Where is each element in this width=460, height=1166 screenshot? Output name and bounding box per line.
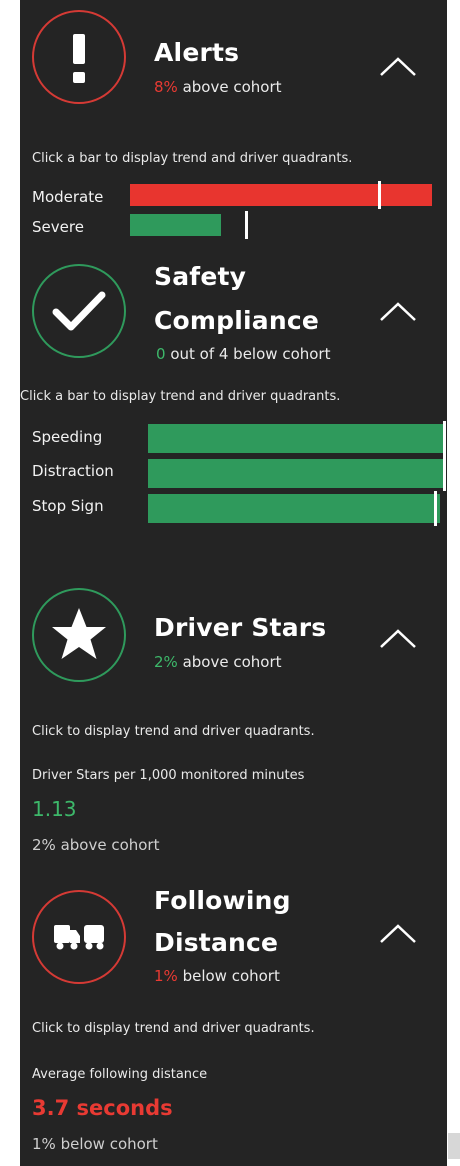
safety-bar-speeding[interactable]: [148, 424, 443, 453]
following-status-text: below cohort: [177, 967, 280, 985]
safety-status-text: out of 4 below cohort: [165, 345, 331, 363]
scorecard-panel: Alerts 8% above cohort Click a bar to di…: [20, 0, 447, 1166]
following-title-line2: Distance: [154, 928, 279, 957]
following-metric-label: Average following distance: [32, 1067, 208, 1082]
following-metric-sub: 1% below cohort: [32, 1135, 158, 1153]
safety-cohort-marker-stop-sign: [434, 491, 437, 526]
safety-bar-track: [148, 421, 446, 526]
stars-metric-label: Driver Stars per 1,000 monitored minutes: [32, 768, 305, 783]
alerts-title: Alerts: [154, 38, 240, 67]
alerts-bar-severe[interactable]: [130, 214, 221, 236]
safety-count: 0: [156, 345, 166, 363]
trucks-icon: [54, 925, 104, 950]
alerts-icon-ring: [32, 10, 126, 104]
safety-icon-ring: [32, 264, 126, 358]
alerts-pct: 8%: [154, 78, 178, 96]
safety-bar-label-stop-sign: Stop Sign: [32, 497, 104, 515]
safety-cohort-marker-speeding: [443, 421, 446, 456]
following-collapse-chevron-up-icon[interactable]: [378, 922, 418, 946]
side-toggle-button[interactable]: [448, 1133, 460, 1159]
alerts-bar-moderate[interactable]: [130, 184, 432, 206]
alerts-cohort-marker-severe: [245, 211, 248, 239]
following-title-line1: Following: [154, 886, 291, 915]
stars-collapse-chevron-up-icon[interactable]: [378, 627, 418, 651]
safety-title-line2: Compliance: [154, 306, 320, 335]
alerts-cohort-marker-moderate: [378, 181, 381, 209]
safety-hint: Click a bar to display trend and driver …: [20, 389, 341, 404]
star-icon: [52, 608, 106, 659]
following-pct: 1%: [154, 967, 178, 985]
stars-status-text: above cohort: [177, 653, 282, 671]
stars-hint[interactable]: Click to display trend and driver quadra…: [32, 724, 315, 739]
safety-status: 0 out of 4 below cohort: [156, 345, 330, 363]
alerts-bar-track: [130, 181, 432, 244]
safety-collapse-chevron-up-icon[interactable]: [378, 300, 418, 324]
stars-metric-value: 1.13: [32, 797, 77, 821]
alerts-status-text: above cohort: [177, 78, 282, 96]
stars-title: Driver Stars: [154, 613, 327, 642]
alerts-bar-label-moderate: Moderate: [32, 188, 104, 206]
following-icon-ring: [32, 890, 126, 984]
safety-cohort-marker-distraction: [443, 456, 446, 491]
stars-status: 2% above cohort: [154, 653, 282, 671]
alerts-bar-label-severe: Severe: [32, 218, 84, 236]
following-hint[interactable]: Click to display trend and driver quadra…: [32, 1021, 315, 1036]
alerts-status: 8% above cohort: [154, 78, 282, 96]
safety-bar-label-speeding: Speeding: [32, 428, 103, 446]
safety-bar-label-distraction: Distraction: [32, 462, 114, 480]
alerts-collapse-chevron-up-icon[interactable]: [378, 55, 418, 79]
safety-title-line1: Safety: [154, 262, 247, 291]
exclamation-icon: [73, 34, 85, 83]
safety-bar-stop-sign[interactable]: [148, 494, 440, 523]
following-status: 1% below cohort: [154, 967, 280, 985]
checkmark-icon: [52, 291, 106, 331]
following-metric-value: 3.7 seconds: [32, 1096, 173, 1120]
stars-pct: 2%: [154, 653, 178, 671]
stars-metric-sub: 2% above cohort: [32, 836, 160, 854]
alerts-hint: Click a bar to display trend and driver …: [32, 151, 353, 166]
safety-bar-distraction[interactable]: [148, 459, 446, 488]
stars-icon-ring: [32, 588, 126, 682]
